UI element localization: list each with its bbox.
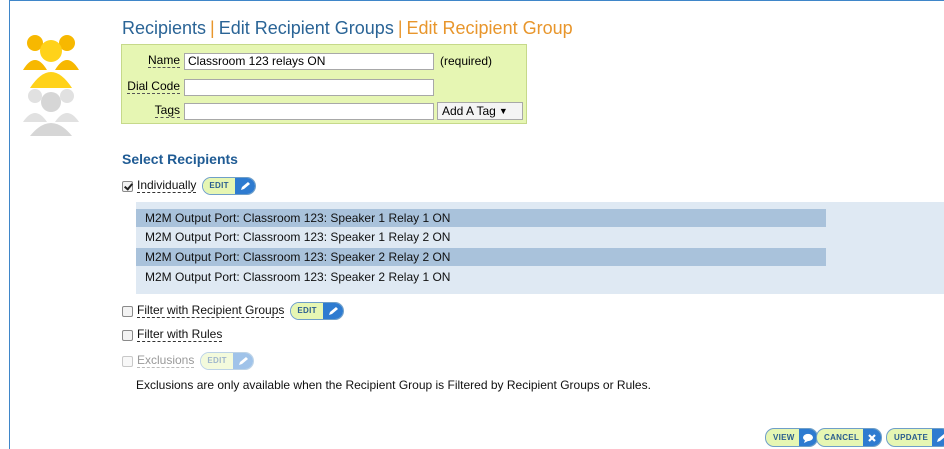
chevron-down-icon: ▼ <box>498 106 508 116</box>
individually-edit-button[interactable]: EDIT <box>202 177 256 195</box>
list-item[interactable]: M2M Output Port: Classroom 123: Speaker … <box>136 248 826 266</box>
breadcrumb-separator: | <box>397 18 403 38</box>
dial-code-input[interactable] <box>184 78 434 96</box>
close-icon <box>863 429 882 446</box>
selected-recipients-list: M2M Output Port: Classroom 123: Speaker … <box>136 202 944 294</box>
name-row: Name (required) <box>122 51 492 71</box>
breadcrumb-separator: | <box>210 18 215 38</box>
filter-rules-label[interactable]: Filter with Rules <box>137 328 223 342</box>
list-item[interactable]: M2M Output Port: Classroom 123: Speaker … <box>136 268 826 286</box>
breadcrumb-edit-groups-link[interactable]: Edit Recipient Groups <box>219 18 394 38</box>
recipient-group-avatar-icon <box>22 30 80 138</box>
pencil-icon <box>932 429 944 446</box>
name-label: Name <box>147 53 180 68</box>
exclusions-note: Exclusions are only available when the R… <box>136 378 651 392</box>
update-button[interactable]: UPDATE <box>886 428 944 447</box>
filter-rules-row: Filter with Rules <box>122 328 223 342</box>
list-item[interactable]: M2M Output Port: Classroom 123: Speaker … <box>136 209 826 227</box>
add-tag-select[interactable]: Add A Tag ▼ <box>437 102 523 120</box>
filter-groups-checkbox[interactable] <box>122 305 133 317</box>
filter-groups-edit-button[interactable]: EDIT <box>290 302 344 320</box>
update-button-label: UPDATE <box>894 433 929 442</box>
tags-input[interactable] <box>184 102 434 120</box>
top-border <box>9 0 944 1</box>
breadcrumb-recipients-link[interactable]: Recipients <box>122 18 206 38</box>
cancel-button-label: CANCEL <box>824 433 860 442</box>
filter-groups-label[interactable]: Filter with Recipient Groups <box>137 304 285 318</box>
page-title: Edit Recipient Group <box>406 18 573 38</box>
pencil-icon <box>322 303 343 319</box>
dial-code-row: Dial Code <box>122 77 434 97</box>
view-button[interactable]: VIEW <box>765 428 818 447</box>
dial-code-label: Dial Code <box>127 79 180 94</box>
edit-button-label: EDIT <box>201 353 233 369</box>
name-input[interactable] <box>184 52 434 70</box>
filter-groups-row: Filter with Recipient Groups EDIT <box>122 302 344 320</box>
individually-label[interactable]: Individually <box>137 179 197 193</box>
exclusions-checkbox[interactable] <box>122 355 133 367</box>
exclusions-row: Exclusions EDIT <box>122 352 254 370</box>
edit-button-label: EDIT <box>203 178 235 194</box>
select-recipients-heading: Select Recipients <box>122 151 238 167</box>
view-button-label: VIEW <box>773 433 795 442</box>
exclusions-edit-button: EDIT <box>200 352 254 370</box>
tags-label: Tags <box>154 103 180 118</box>
tags-row: Tags Add A Tag ▼ <box>122 101 523 121</box>
left-border <box>9 0 10 449</box>
required-note: (required) <box>440 54 493 68</box>
add-tag-select-value: Add A Tag <box>442 104 496 118</box>
breadcrumb: Recipients | Edit Recipient Groups | Edit Re… <box>122 18 573 39</box>
list-item[interactable]: M2M Output Port: Classroom 123: Speaker … <box>136 228 826 246</box>
individually-row: Individually EDIT <box>122 177 256 195</box>
cancel-button[interactable]: CANCEL <box>816 428 883 447</box>
speech-bubble-icon <box>798 429 817 446</box>
filter-rules-checkbox[interactable] <box>122 329 133 341</box>
exclusions-label: Exclusions <box>137 353 195 368</box>
edit-button-label: EDIT <box>291 303 323 319</box>
pencil-icon <box>232 353 253 369</box>
pencil-icon <box>234 178 255 194</box>
individually-checkbox[interactable] <box>122 180 133 192</box>
group-details-form: Name (required) Dial Code Tags Add A Tag… <box>121 44 527 124</box>
